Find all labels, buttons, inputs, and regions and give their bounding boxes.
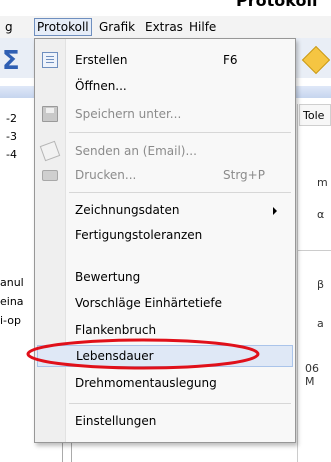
menu-separator (69, 132, 291, 133)
menu-item-oeffnen[interactable]: Öffnen... (35, 75, 295, 97)
column-header: Tole (299, 104, 331, 126)
menu-item-vorschlaege-einhaertetiefe[interactable]: Vorschläge Einhärtetiefe (35, 292, 295, 314)
menu-g[interactable]: g (3, 19, 15, 35)
save-disk-icon (42, 106, 58, 122)
right-fragment: α (317, 208, 325, 221)
window-title-fragment: Protokoll (0, 0, 331, 16)
left-value: -3 (6, 130, 17, 143)
left-fragment: anul (0, 276, 24, 289)
menu-item-drucken: Drucken... Strg+P (35, 164, 295, 186)
menu-separator (69, 403, 291, 404)
right-fragment: β (317, 278, 325, 291)
protokoll-dropdown-menu: Erstellen F6 Öffnen... Speichern unter..… (34, 38, 296, 443)
email-icon (39, 140, 61, 162)
menu-separator (69, 192, 291, 193)
left-fragment: eina (0, 295, 24, 308)
menu-extras[interactable]: Extras (143, 19, 185, 35)
right-fragment: m (317, 176, 328, 189)
menu-item-fertigungstoleranzen[interactable]: Fertigungstoleranzen (35, 224, 295, 246)
right-fragment: a (317, 317, 324, 330)
menu-item-drehmomentauslegung[interactable]: Drehmomentauslegung (35, 372, 295, 394)
menu-bar: g Protokoll Grafik Extras Hilfe (0, 16, 331, 39)
left-fragment: i-op (0, 314, 21, 327)
menu-grafik[interactable]: Grafik (97, 19, 137, 35)
menu-item-zeichnungsdaten[interactable]: Zeichnungsdaten (35, 199, 295, 221)
menu-item-erstellen[interactable]: Erstellen F6 (35, 49, 295, 71)
menu-hilfe[interactable]: Hilfe (187, 19, 218, 35)
menu-item-senden-email: Senden an (Email)... (35, 140, 295, 162)
highlight-ellipse (26, 338, 260, 370)
menu-item-einstellungen[interactable]: Einstellungen (35, 410, 295, 432)
divider (297, 250, 331, 251)
menu-item-bewertung[interactable]: Bewertung (35, 266, 295, 288)
printer-icon (42, 170, 58, 181)
document-icon (42, 52, 58, 68)
right-fragment: 06 M (305, 362, 319, 388)
right-panel (297, 104, 331, 462)
highlight-ring-annotation (26, 338, 260, 370)
left-value: -4 (6, 148, 17, 161)
submenu-arrow-icon (273, 207, 277, 215)
sigma-icon[interactable]: Σ (2, 46, 20, 76)
menu-item-speichern-unter: Speichern unter... (35, 103, 295, 125)
menu-protokoll[interactable]: Protokoll (34, 18, 92, 36)
left-value: -2 (6, 112, 17, 125)
window-title: Protokoll (236, 0, 318, 10)
